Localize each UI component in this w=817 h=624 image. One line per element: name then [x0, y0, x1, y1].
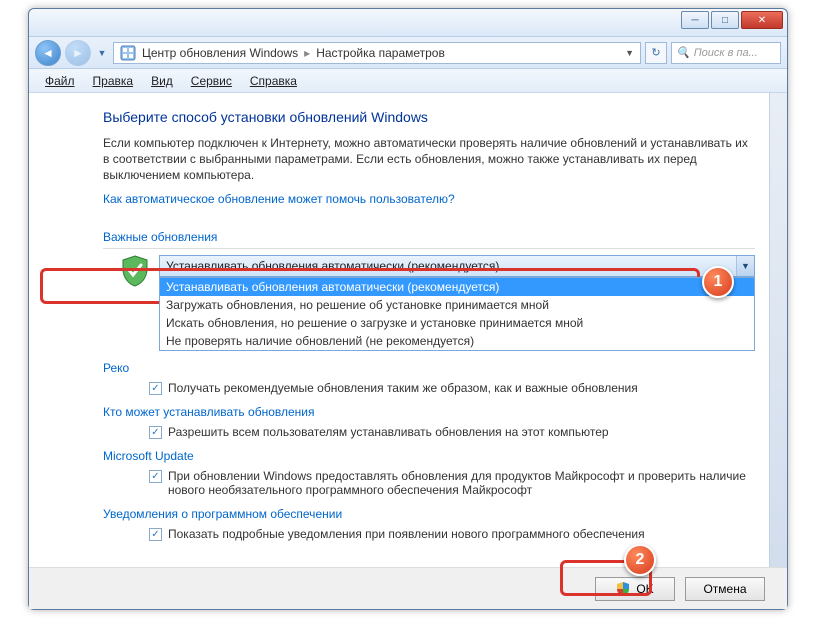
refresh-button[interactable]: ↻	[645, 42, 667, 64]
combo-dropdown: Устанавливать обновления автоматически (…	[159, 277, 755, 351]
combo-option-3[interactable]: Не проверять наличие обновлений (не реко…	[160, 332, 754, 350]
annotation-badge-2: 2	[624, 544, 656, 576]
uac-shield-icon	[616, 582, 630, 596]
address-bar[interactable]: Центр обновления Windows ▸ Настройка пар…	[113, 42, 641, 64]
search-input[interactable]: 🔍 Поиск в па...	[671, 42, 781, 64]
annotation-badge-1: 1	[702, 266, 734, 298]
search-icon: 🔍	[676, 46, 690, 59]
combo-selected: Устанавливать обновления автоматически (…	[166, 259, 499, 273]
forward-button[interactable]: ►	[65, 40, 91, 66]
footer: OK Отмена	[29, 567, 787, 609]
page-title: Выберите способ установки обновлений Win…	[103, 109, 755, 125]
section-notify: Уведомления о программном обеспечении	[103, 507, 755, 521]
chevron-down-icon[interactable]: ▼	[736, 256, 754, 276]
address-drop-icon[interactable]: ▼	[625, 48, 634, 58]
menu-help[interactable]: Справка	[242, 72, 305, 90]
breadcrumb-root[interactable]: Центр обновления Windows	[142, 46, 298, 60]
who-checkbox[interactable]: ✓	[149, 426, 162, 439]
section-who: Кто может устанавливать обновления	[103, 405, 755, 419]
notify-label: Показать подробные уведомления при появл…	[168, 527, 645, 541]
minimize-button[interactable]: ─	[681, 11, 709, 29]
section-recommended: Реко	[103, 361, 755, 375]
who-label: Разрешить всем пользователям устанавлива…	[168, 425, 609, 439]
menu-view[interactable]: Вид	[143, 72, 181, 90]
nav-history-drop[interactable]: ▼	[95, 40, 109, 66]
page-description: Если компьютер подключен к Интернету, мо…	[103, 135, 755, 184]
cancel-label: Отмена	[703, 582, 746, 596]
msupdate-label: При обновлении Windows предоставлять обн…	[168, 469, 755, 497]
breadcrumb-current[interactable]: Настройка параметров	[316, 46, 445, 60]
ok-button[interactable]: OK	[595, 577, 675, 601]
nav-bar: ◄ ► ▼ Центр обновления Windows ▸ Настрой…	[29, 37, 787, 69]
close-button[interactable]: ✕	[741, 11, 783, 29]
chevron-right-icon: ▸	[304, 46, 310, 60]
combo-option-0[interactable]: Устанавливать обновления автоматически (…	[160, 278, 754, 296]
window-controls: ─ □ ✕	[681, 11, 783, 29]
menu-file[interactable]: Файл	[37, 72, 83, 90]
cancel-button[interactable]: Отмена	[685, 577, 765, 601]
combo-option-1[interactable]: Загружать обновления, но решение об уста…	[160, 296, 754, 314]
window-frame: ─ □ ✕ ◄ ► ▼ Центр обновления Windows ▸ Н…	[28, 8, 788, 610]
combo-option-2[interactable]: Искать обновления, но решение о загрузке…	[160, 314, 754, 332]
help-link[interactable]: Как автоматическое обновление может помо…	[103, 192, 455, 206]
menu-edit[interactable]: Правка	[85, 72, 142, 90]
section-msupdate: Microsoft Update	[103, 449, 755, 463]
maximize-button[interactable]: □	[711, 11, 739, 29]
shield-icon	[121, 255, 149, 287]
recommended-label: Получать рекомендуемые обновления таким …	[168, 381, 638, 395]
important-updates-combo[interactable]: Устанавливать обновления автоматически (…	[159, 255, 755, 277]
content-area: Выберите способ установки обновлений Win…	[29, 93, 787, 567]
search-placeholder: Поиск в па...	[694, 47, 758, 59]
menu-tools[interactable]: Сервис	[183, 72, 240, 90]
back-button[interactable]: ◄	[35, 40, 61, 66]
menu-bar: Файл Правка Вид Сервис Справка	[29, 69, 787, 93]
section-important: Важные обновления	[103, 230, 755, 249]
recommended-checkbox[interactable]: ✓	[149, 382, 162, 395]
ok-label: OK	[636, 582, 653, 596]
control-panel-icon	[120, 45, 136, 61]
titlebar: ─ □ ✕	[29, 9, 787, 37]
msupdate-checkbox[interactable]: ✓	[149, 470, 162, 483]
notify-checkbox[interactable]: ✓	[149, 528, 162, 541]
